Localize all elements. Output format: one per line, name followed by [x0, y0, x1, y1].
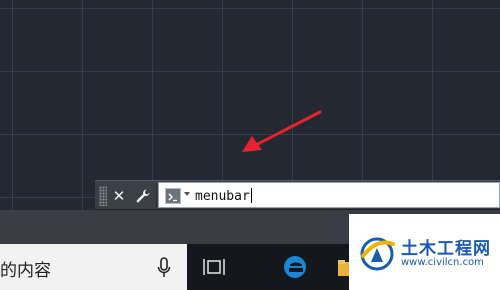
command-prompt-icon[interactable]: [165, 188, 181, 204]
command-input[interactable]: menubar: [158, 182, 500, 208]
search-placeholder: 的内容: [0, 261, 51, 281]
chevron-down-icon[interactable]: [184, 192, 190, 196]
close-icon[interactable]: ✕: [109, 186, 129, 206]
civilcn-logo-icon: [360, 237, 395, 271]
red-pointer-arrow: [242, 110, 322, 152]
watermark-url: www.civilcn.com: [401, 257, 484, 268]
microphone-icon[interactable]: [157, 257, 171, 279]
site-watermark: 土木工程网 www.civilcn.com: [349, 214, 500, 290]
watermark-title: 土木工程网: [401, 239, 491, 259]
edge-icon[interactable]: [282, 254, 308, 280]
task-view-icon[interactable]: [203, 256, 225, 278]
command-line-bar: ✕ menubar: [95, 180, 500, 210]
command-input-value[interactable]: menubar: [195, 188, 252, 204]
taskbar-search-box[interactable]: 的内容: [0, 244, 187, 290]
drag-handle[interactable]: [99, 186, 107, 206]
divider: [156, 185, 157, 207]
wrench-icon[interactable]: [133, 186, 153, 206]
text-cursor: [250, 188, 252, 203]
wrench-icon-glyph: [136, 189, 150, 203]
